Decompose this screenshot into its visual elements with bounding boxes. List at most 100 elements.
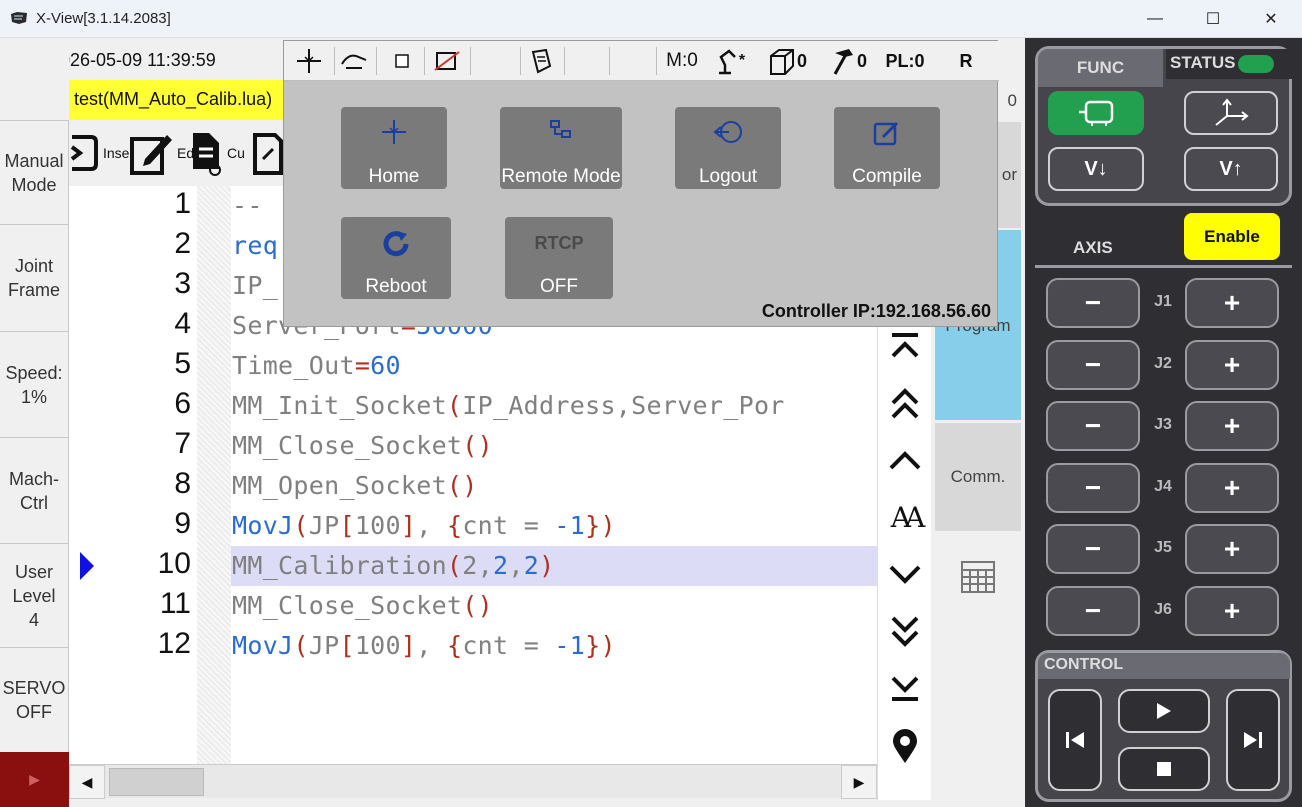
horizontal-scrollbar[interactable]: ◀ ▶ bbox=[69, 764, 877, 799]
mach-ctrl-button[interactable]: Mach- Ctrl bbox=[0, 437, 69, 543]
code-line[interactable]: 8 MM_Open_Socket() bbox=[69, 466, 877, 506]
jump-top-button[interactable] bbox=[878, 320, 932, 370]
code-text: MM_Close_Socket() bbox=[232, 431, 493, 460]
jump-bottom-icon bbox=[891, 676, 919, 701]
rtcp-title: RTCP bbox=[534, 233, 584, 253]
remote-mode-button[interactable]: Remote Mode bbox=[500, 107, 622, 189]
tab-editor-label: or bbox=[1001, 165, 1017, 184]
speed-button[interactable]: Speed: 1% bbox=[0, 331, 69, 437]
hand-guide-button[interactable] bbox=[339, 41, 369, 81]
code-line[interactable]: 11 MM_Close_Socket() bbox=[69, 586, 877, 626]
teach-pendant-button[interactable] bbox=[526, 41, 556, 81]
sidebar-item-label: Manual Mode bbox=[4, 150, 64, 195]
tool-button[interactable] bbox=[1048, 91, 1144, 135]
jog-plus-button-j2[interactable]: + bbox=[1185, 339, 1279, 390]
reboot-button[interactable]: Reboot bbox=[341, 217, 451, 299]
code-text: MM_Init_Socket(IP_Address,Server_Por bbox=[232, 391, 785, 420]
code-text: MM_Close_Socket() bbox=[232, 591, 493, 620]
speed-up-button[interactable]: V↑ bbox=[1184, 147, 1278, 191]
user-frame-icon bbox=[769, 49, 794, 75]
font-size-button[interactable]: AA bbox=[878, 492, 932, 542]
brake-button[interactable] bbox=[432, 41, 462, 81]
separator bbox=[656, 47, 657, 75]
code-line[interactable]: 9 MovJ(JP[100], {cnt = -1}) bbox=[69, 506, 877, 546]
crosshair-icon bbox=[382, 120, 406, 144]
app-logo-icon bbox=[11, 12, 27, 24]
user-level-button[interactable]: User Level 4 bbox=[0, 543, 69, 647]
jog-minus-button-j3[interactable]: − bbox=[1046, 401, 1140, 451]
locate-button[interactable] bbox=[878, 722, 932, 772]
compile-icon bbox=[873, 121, 899, 146]
jump-bottom-button[interactable] bbox=[878, 664, 932, 714]
code-line[interactable]: 10 MM_Calibration(2,2,2) bbox=[69, 546, 877, 586]
scroll-thumb[interactable] bbox=[109, 768, 204, 796]
separator bbox=[609, 47, 610, 75]
controller-ip: Controller IP:192.168.56.60 bbox=[761, 301, 991, 321]
speed-down-button[interactable]: V↓ bbox=[1048, 147, 1144, 191]
coordinate-button[interactable] bbox=[1184, 91, 1278, 135]
line-up-button[interactable] bbox=[878, 435, 932, 485]
enable-button[interactable]: Enable bbox=[1184, 213, 1280, 260]
rtcp-toggle[interactable]: RTCP OFF bbox=[505, 217, 613, 299]
stop-button[interactable] bbox=[1118, 747, 1210, 791]
scroll-left-button[interactable]: ◀ bbox=[69, 765, 105, 799]
tab-comm[interactable]: Comm. bbox=[935, 423, 1021, 531]
joint-label: J2 bbox=[1154, 354, 1172, 372]
func-group: FUNC STATUS V↓ V↑ bbox=[1035, 46, 1295, 206]
code-text: -- bbox=[232, 191, 263, 220]
close-button[interactable]: ✕ bbox=[1242, 0, 1300, 38]
code-line[interactable]: 5 Time_Out=60 bbox=[69, 346, 877, 386]
line-down-button[interactable] bbox=[878, 550, 932, 600]
line-number: 11 bbox=[159, 587, 191, 620]
code-line[interactable]: 12 MovJ(JP[100], {cnt = -1}) bbox=[69, 626, 877, 666]
scroll-right-button[interactable]: ▶ bbox=[841, 765, 877, 799]
code-line[interactable]: 7 MM_Close_Socket() bbox=[69, 426, 877, 466]
status-toolbar: M:0 * 0 0 PL:0 R bbox=[284, 41, 999, 81]
robot-star: * bbox=[738, 52, 746, 69]
joint-frame-button[interactable]: Joint Frame bbox=[0, 224, 69, 331]
file-tab[interactable]: test(MM_Auto_Calib.lua) bbox=[60, 80, 288, 120]
code-text: MovJ(JP[100], {cnt = -1}) bbox=[232, 631, 616, 660]
page-up-button[interactable] bbox=[878, 378, 932, 428]
home-menu-button[interactable]: Home bbox=[341, 107, 447, 189]
reboot-label: Reboot bbox=[365, 276, 427, 297]
home-position-button[interactable] bbox=[294, 41, 324, 81]
status-label: STATUS bbox=[1170, 53, 1236, 72]
jog-plus-button-j5[interactable]: + bbox=[1185, 524, 1279, 574]
jog-plus-button-j6[interactable]: + bbox=[1185, 585, 1279, 636]
step-back-button[interactable] bbox=[1048, 689, 1102, 791]
play-button[interactable] bbox=[1118, 689, 1210, 733]
jog-minus-button-j4[interactable]: − bbox=[1046, 462, 1140, 513]
minimize-button[interactable]: — bbox=[1126, 0, 1184, 38]
double-chevron-down-icon bbox=[891, 616, 919, 647]
compile-button[interactable]: Compile bbox=[834, 107, 940, 189]
jog-plus-button-j1[interactable]: + bbox=[1185, 278, 1279, 328]
status-tab[interactable]: STATUS bbox=[1166, 49, 1295, 79]
maximize-button[interactable]: ☐ bbox=[1184, 0, 1242, 38]
copy-button[interactable] bbox=[251, 128, 287, 178]
run-button[interactable]: ▶ bbox=[0, 752, 69, 807]
jog-plus-button-j3[interactable]: + bbox=[1185, 401, 1279, 451]
function-menu-popup: M:0 * 0 0 PL:0 R Home Remote Mode Logout… bbox=[283, 40, 999, 327]
manual-mode-button[interactable]: Manual Mode bbox=[0, 120, 69, 224]
func-tab[interactable]: FUNC bbox=[1038, 49, 1163, 87]
axis-divider bbox=[1035, 265, 1292, 268]
edit-button[interactable]: Ed bbox=[129, 128, 194, 178]
insert-button[interactable]: Inse bbox=[69, 128, 129, 178]
code-line[interactable]: 6 MM_Init_Socket(IP_Address,Server_Por bbox=[69, 386, 877, 426]
jog-plus-button-j4[interactable]: + bbox=[1185, 462, 1279, 513]
servo-button[interactable]: SERVO OFF bbox=[0, 647, 69, 752]
line-number: 12 bbox=[157, 627, 191, 660]
sidebar-item-label: SERVO OFF bbox=[2, 678, 66, 722]
keypad-button[interactable] bbox=[935, 552, 1021, 602]
cut-button[interactable]: Cu bbox=[189, 128, 245, 178]
page-down-button[interactable] bbox=[878, 607, 932, 657]
checkbox-toggle[interactable] bbox=[388, 41, 416, 81]
sidebar-item-label: User Level 4 bbox=[12, 561, 56, 630]
logout-button[interactable]: Logout bbox=[675, 107, 781, 189]
step-forward-button[interactable] bbox=[1226, 689, 1280, 791]
jog-minus-button-j2[interactable]: − bbox=[1046, 339, 1140, 390]
jog-minus-button-j1[interactable]: − bbox=[1046, 278, 1140, 328]
jog-minus-button-j6[interactable]: − bbox=[1046, 585, 1140, 636]
jog-minus-button-j5[interactable]: − bbox=[1046, 524, 1140, 574]
